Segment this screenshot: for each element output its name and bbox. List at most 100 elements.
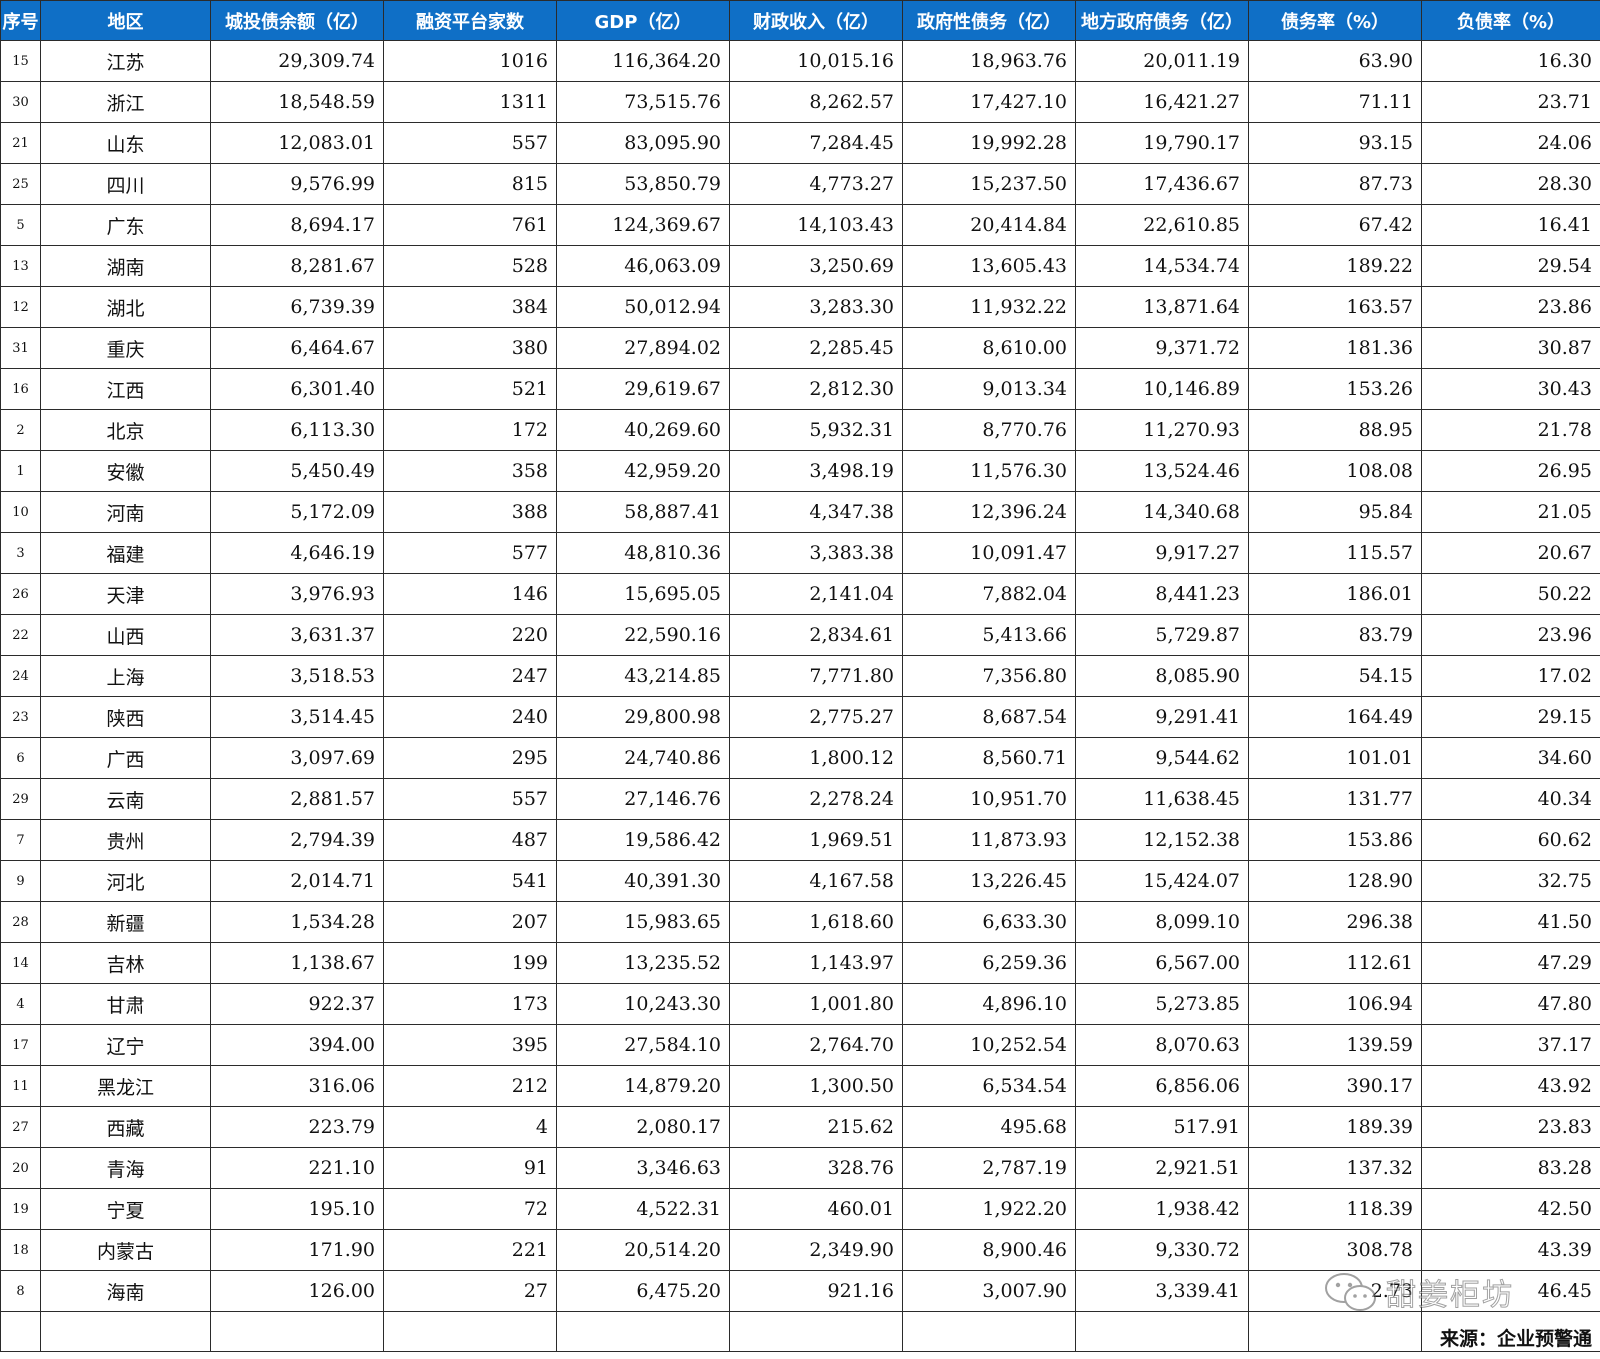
value-cell: 2,278.24 bbox=[729, 778, 903, 820]
value-cell: 7,284.45 bbox=[729, 122, 903, 164]
value-cell: 3,339.41 bbox=[1075, 1270, 1249, 1312]
table-row: 14 吉林 1,138.67 199 13,235.52 1,143.97 6,259.36… bbox=[0, 942, 1600, 984]
table-row: 20 青海 221.10 91 3,346.63 328.76 2,787.19 2,921.… bbox=[0, 1147, 1600, 1189]
row-index-cell: 2 bbox=[0, 409, 41, 451]
value-cell: 3,383.38 bbox=[729, 532, 903, 574]
value-cell: 50.22 bbox=[1421, 573, 1600, 615]
region-cell: 天津 bbox=[40, 573, 211, 615]
value-cell: 139.59 bbox=[1248, 1024, 1422, 1066]
source-note: 来源：企业预警通 bbox=[1421, 1311, 1600, 1352]
table-row: 6 广西 3,097.69 295 24,740.86 1,800.12 8,560.71 9… bbox=[0, 737, 1600, 779]
value-cell: 2,080.17 bbox=[556, 1106, 730, 1148]
value-cell: 12,152.38 bbox=[1075, 819, 1249, 861]
row-index-cell: 14 bbox=[0, 942, 41, 984]
value-cell: 14,534.74 bbox=[1075, 245, 1249, 287]
value-cell: 7,882.04 bbox=[902, 573, 1076, 615]
value-cell: 26.95 bbox=[1421, 450, 1600, 492]
row-index-cell: 20 bbox=[0, 1147, 41, 1189]
empty-cell bbox=[1075, 1311, 1249, 1352]
value-cell: 1,969.51 bbox=[729, 819, 903, 861]
row-index-cell: 15 bbox=[0, 40, 41, 82]
value-cell: 2.73 bbox=[1248, 1270, 1422, 1312]
value-cell: 186.01 bbox=[1248, 573, 1422, 615]
value-cell: 15,237.50 bbox=[902, 163, 1076, 205]
region-cell: 福建 bbox=[40, 532, 211, 574]
row-index-cell: 21 bbox=[0, 122, 41, 164]
value-cell: 19,992.28 bbox=[902, 122, 1076, 164]
value-cell: 83,095.90 bbox=[556, 122, 730, 164]
value-cell: 116,364.20 bbox=[556, 40, 730, 82]
value-cell: 137.32 bbox=[1248, 1147, 1422, 1189]
table-row: 21 山东 12,083.01 557 83,095.90 7,284.45 19,992.… bbox=[0, 122, 1600, 164]
value-cell: 153.86 bbox=[1248, 819, 1422, 861]
value-cell: 8,099.10 bbox=[1075, 901, 1249, 943]
value-cell: 3,514.45 bbox=[210, 696, 384, 738]
column-header: 地区 bbox=[40, 0, 211, 41]
value-cell: 5,450.49 bbox=[210, 450, 384, 492]
row-index-cell: 11 bbox=[0, 1065, 41, 1107]
value-cell: 1,938.42 bbox=[1075, 1188, 1249, 1230]
value-cell: 106.94 bbox=[1248, 983, 1422, 1025]
value-cell: 8,560.71 bbox=[902, 737, 1076, 779]
value-cell: 131.77 bbox=[1248, 778, 1422, 820]
value-cell: 13,871.64 bbox=[1075, 286, 1249, 328]
table-row: 24 上海 3,518.53 247 43,214.85 7,771.80 7,356.80… bbox=[0, 655, 1600, 697]
value-cell: 12,396.24 bbox=[902, 491, 1076, 533]
empty-cell bbox=[0, 1311, 41, 1352]
value-cell: 19,790.17 bbox=[1075, 122, 1249, 164]
value-cell: 58,887.41 bbox=[556, 491, 730, 533]
value-cell: 32.75 bbox=[1421, 860, 1600, 902]
value-cell: 5,932.31 bbox=[729, 409, 903, 451]
value-cell: 9,544.62 bbox=[1075, 737, 1249, 779]
value-cell: 27,584.10 bbox=[556, 1024, 730, 1066]
row-index-cell: 9 bbox=[0, 860, 41, 902]
value-cell: 815 bbox=[383, 163, 557, 205]
value-cell: 2,794.39 bbox=[210, 819, 384, 861]
value-cell: 3,250.69 bbox=[729, 245, 903, 287]
table-row: 13 湖南 8,281.67 528 46,063.09 3,250.69 13,605.4… bbox=[0, 245, 1600, 287]
row-index-cell: 19 bbox=[0, 1188, 41, 1230]
value-cell: 1016 bbox=[383, 40, 557, 82]
table-row: 5 广东 8,694.17 761 124,369.67 14,103.43 20,414.… bbox=[0, 204, 1600, 246]
value-cell: 761 bbox=[383, 204, 557, 246]
value-cell: 4 bbox=[383, 1106, 557, 1148]
value-cell: 42.50 bbox=[1421, 1188, 1600, 1230]
value-cell: 296.38 bbox=[1248, 901, 1422, 943]
value-cell: 30.43 bbox=[1421, 368, 1600, 410]
value-cell: 220 bbox=[383, 614, 557, 656]
value-cell: 6,534.54 bbox=[902, 1065, 1076, 1107]
row-index-cell: 23 bbox=[0, 696, 41, 738]
value-cell: 4,773.27 bbox=[729, 163, 903, 205]
value-cell: 46,063.09 bbox=[556, 245, 730, 287]
value-cell: 195.10 bbox=[210, 1188, 384, 1230]
value-cell: 13,235.52 bbox=[556, 942, 730, 984]
value-cell: 88.95 bbox=[1248, 409, 1422, 451]
value-cell: 9,330.72 bbox=[1075, 1229, 1249, 1271]
value-cell: 5,413.66 bbox=[902, 614, 1076, 656]
value-cell: 91 bbox=[383, 1147, 557, 1189]
value-cell: 20.67 bbox=[1421, 532, 1600, 574]
region-cell: 广东 bbox=[40, 204, 211, 246]
value-cell: 8,281.67 bbox=[210, 245, 384, 287]
table-row: 10 河南 5,172.09 388 58,887.41 4,347.38 12,396.2… bbox=[0, 491, 1600, 533]
value-cell: 316.06 bbox=[210, 1065, 384, 1107]
value-cell: 11,932.22 bbox=[902, 286, 1076, 328]
row-index-cell: 29 bbox=[0, 778, 41, 820]
value-cell: 1,800.12 bbox=[729, 737, 903, 779]
value-cell: 10,015.16 bbox=[729, 40, 903, 82]
value-cell: 13,226.45 bbox=[902, 860, 1076, 902]
value-cell: 4,646.19 bbox=[210, 532, 384, 574]
column-header: 负债率（%） bbox=[1421, 0, 1600, 41]
region-cell: 陕西 bbox=[40, 696, 211, 738]
value-cell: 1,534.28 bbox=[210, 901, 384, 943]
value-cell: 87.73 bbox=[1248, 163, 1422, 205]
empty-cell bbox=[383, 1311, 557, 1352]
row-index-cell: 12 bbox=[0, 286, 41, 328]
value-cell: 22,610.85 bbox=[1075, 204, 1249, 246]
value-cell: 10,252.54 bbox=[902, 1024, 1076, 1066]
table-row: 7 贵州 2,794.39 487 19,586.42 1,969.51 11,873.93… bbox=[0, 819, 1600, 861]
value-cell: 9,576.99 bbox=[210, 163, 384, 205]
region-cell: 广西 bbox=[40, 737, 211, 779]
value-cell: 9,917.27 bbox=[1075, 532, 1249, 574]
region-cell: 黑龙江 bbox=[40, 1065, 211, 1107]
